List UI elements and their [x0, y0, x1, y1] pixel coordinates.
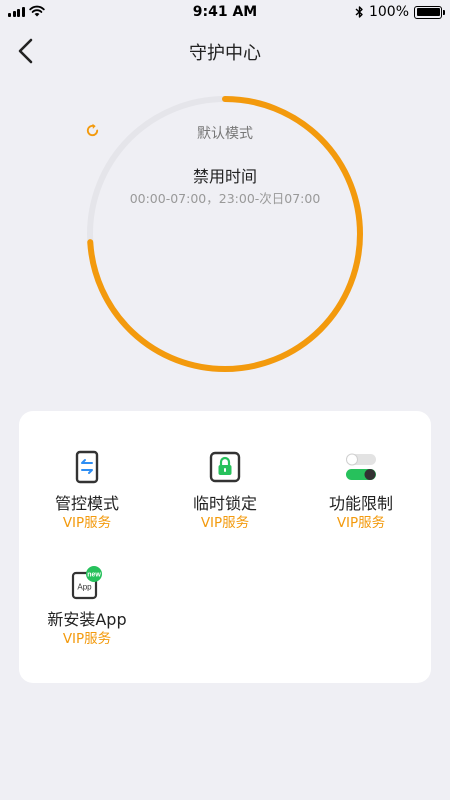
battery-percent: 100% — [368, 4, 409, 20]
vip-badge-text: VIP服务 — [336, 515, 386, 531]
status-right: 100% — [355, 4, 445, 20]
mode-label-text: 默认模式 — [197, 126, 253, 142]
vip-badge-text: VIP服务 — [62, 631, 112, 647]
nav-bar: 守护中心 — [0, 26, 450, 76]
page-title: 守护中心 — [189, 43, 261, 64]
bluetooth-icon — [355, 6, 363, 18]
feature-function-limit[interactable]: 功能限制 VIP服务 — [293, 450, 429, 532]
new-app-icon-text: App — [77, 583, 92, 592]
schedule-ring: 默认模式 禁用时间 00:00-07:00，23:00-次日07:00 — [85, 94, 365, 374]
new-badge: new — [87, 572, 101, 579]
feature-label: 临时锁定 — [192, 494, 257, 513]
feature-control-mode[interactable]: 管控模式 VIP服务 — [19, 450, 155, 532]
status-bar: 9:41 AM 100% — [0, 0, 450, 26]
mode-switch[interactable]: 默认模式 — [85, 123, 365, 143]
refresh-icon — [86, 123, 99, 137]
feature-temporary-lock[interactable]: 临时锁定 VIP服务 — [157, 450, 293, 532]
battery-icon — [414, 5, 445, 19]
phone-swap-icon — [70, 450, 104, 484]
feature-card: 管控模式 VIP服务 临时锁定 VIP服务 功能限制 VIP服务 App new… — [19, 411, 431, 683]
new-app-icon: App new — [70, 566, 104, 600]
feature-label: 管控模式 — [54, 494, 119, 513]
lock-icon — [208, 450, 242, 484]
vip-badge-text: VIP服务 — [200, 515, 250, 531]
vip-badge-text: VIP服务 — [62, 515, 112, 531]
feature-new-app[interactable]: App new 新安装App VIP服务 — [19, 566, 155, 648]
feature-label: 功能限制 — [328, 494, 393, 513]
screen: 9:41 AM 100% 守护中心 默认模式 禁用时间 00:00-07:00，… — [0, 0, 450, 800]
feature-label: 新安装App — [47, 610, 127, 629]
ring-title: 禁用时间 — [192, 167, 257, 186]
toggle-icon — [344, 450, 378, 484]
ring-schedule: 00:00-07:00，23:00-次日07:00 — [129, 191, 321, 206]
